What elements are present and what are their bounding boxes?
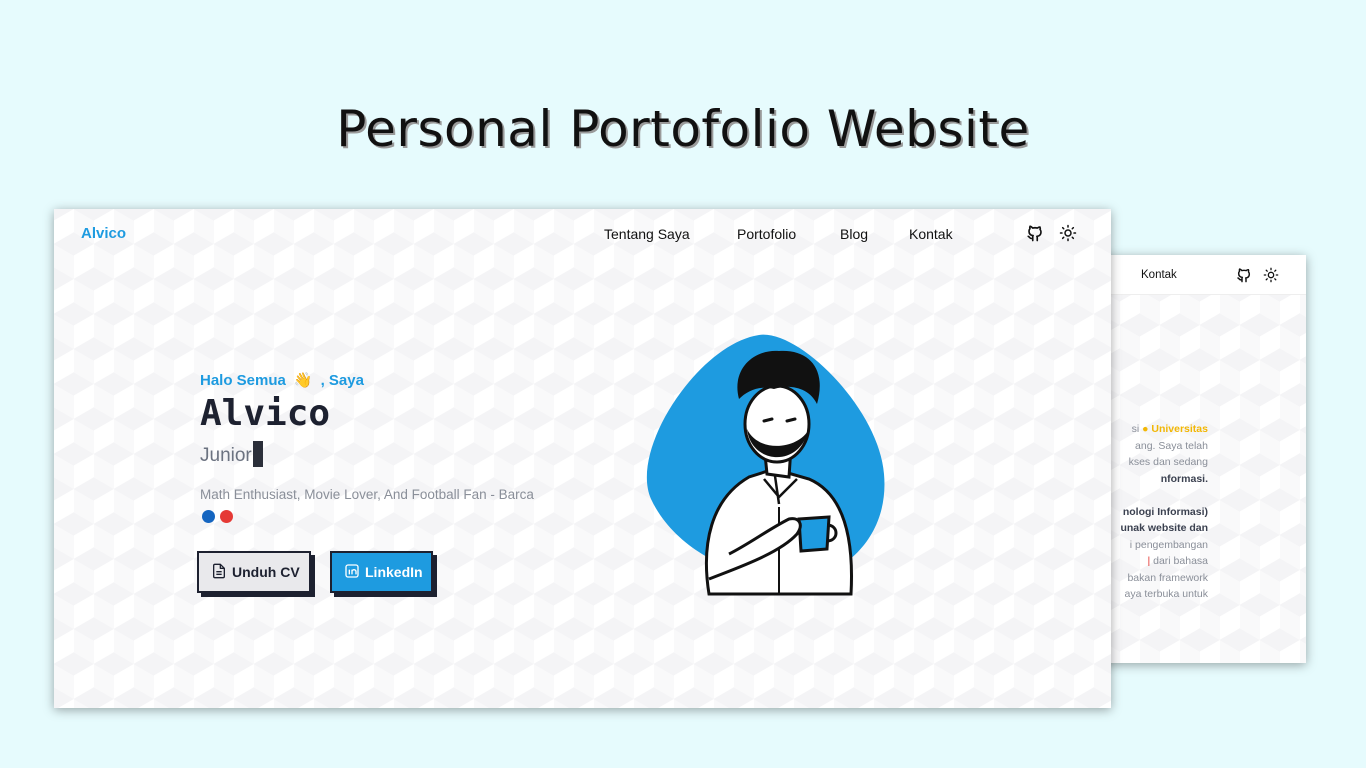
about-line-spacer bbox=[1100, 487, 1208, 504]
about-line: i pengembangan bbox=[1129, 538, 1208, 551]
about-text-fragment: si ● Universitas ang. Saya telah kses da… bbox=[1100, 421, 1208, 603]
about-line-text: dari bahasa bbox=[1153, 555, 1208, 567]
main-screenshot: Alvico Tentang Saya Portofolio Blog Kont… bbox=[54, 209, 1111, 708]
about-line: kses dan sedang bbox=[1128, 456, 1208, 468]
github-icon[interactable] bbox=[1026, 224, 1046, 244]
person-with-mug-illustration bbox=[646, 334, 885, 596]
download-cv-label: Unduh CV bbox=[232, 564, 300, 580]
nav-blog[interactable]: Blog bbox=[840, 226, 868, 242]
about-line: nologi Informasi) bbox=[1100, 504, 1208, 521]
about-line: si ● Universitas bbox=[1131, 423, 1208, 435]
hero-greeting: Halo Semua 👋 , Saya bbox=[200, 371, 364, 389]
linkedin-label: LinkedIn bbox=[365, 564, 423, 580]
about-line-text: si bbox=[1131, 423, 1143, 435]
hero-tagline: Math Enthusiast, Movie Lover, And Footba… bbox=[200, 487, 534, 502]
linkedin-icon bbox=[344, 563, 365, 582]
nav-portofolio[interactable]: Portofolio bbox=[737, 226, 796, 242]
about-line: bakan framework bbox=[1127, 571, 1208, 584]
nav-kontak-secondary[interactable]: Kontak bbox=[1141, 269, 1177, 281]
page-headline: Personal Portofolio Website bbox=[336, 100, 1030, 158]
download-cv-button[interactable]: Unduh CV bbox=[197, 551, 311, 593]
about-line: nformasi. bbox=[1100, 471, 1208, 488]
about-line-bold: nformasi. bbox=[1160, 472, 1208, 485]
about-line-bold: unak website dan bbox=[1120, 522, 1208, 534]
greeting-prefix: Halo Semua bbox=[200, 372, 286, 389]
linkedin-button[interactable]: LinkedIn bbox=[330, 551, 433, 593]
greeting-suffix: , Saya bbox=[320, 372, 364, 389]
about-line: unak website dan bbox=[1100, 520, 1208, 537]
typed-role-text: Junior bbox=[200, 445, 252, 466]
about-line: aya terbuka untuk bbox=[1124, 588, 1208, 600]
secondary-navbar: Kontak bbox=[1100, 255, 1306, 295]
sun-icon[interactable] bbox=[1059, 224, 1079, 244]
nav-tentang-saya[interactable]: Tentang Saya bbox=[604, 226, 690, 242]
mug bbox=[797, 515, 831, 553]
secondary-screenshot: Kontak si ● Universitas ang. Saya telah … bbox=[1100, 255, 1306, 663]
sun-icon[interactable] bbox=[1263, 267, 1279, 288]
about-line-bold: nologi Informasi) bbox=[1122, 505, 1208, 518]
waving-hand-icon: 👋 bbox=[293, 372, 313, 389]
about-line: | dari bahasa bbox=[1147, 555, 1208, 567]
typed-role: Junior bbox=[200, 441, 263, 467]
brand-logo[interactable]: Alvico bbox=[81, 225, 126, 242]
about-line: ang. Saya telah bbox=[1135, 439, 1208, 452]
university-highlight: Universitas bbox=[1151, 423, 1208, 435]
decor-dot-red bbox=[220, 510, 233, 523]
file-icon bbox=[211, 563, 232, 582]
decor-dot-blue bbox=[202, 510, 215, 523]
typing-cursor bbox=[252, 441, 263, 467]
hero-name: Alvico bbox=[200, 393, 331, 434]
github-icon[interactable] bbox=[1236, 267, 1252, 288]
nav-kontak[interactable]: Kontak bbox=[909, 226, 953, 242]
